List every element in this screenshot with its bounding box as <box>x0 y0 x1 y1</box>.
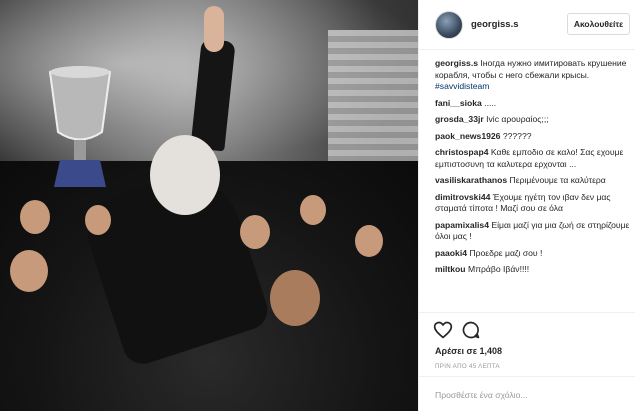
post-timestamp: ΠΡΙΝ ΑΠΟ 45 ΛΕΠΤΑ <box>435 363 500 370</box>
raised-hand <box>204 6 224 52</box>
comment-text: Περιμένουμε τα καλύτερα <box>509 175 606 185</box>
caption-hashtag[interactable]: #savvidisteam <box>435 81 489 91</box>
comment-username[interactable]: paaoki4 <box>435 248 467 258</box>
fan-face <box>240 215 270 249</box>
post-header: georgiss.s Ακολουθείτε <box>419 0 635 50</box>
comment-username[interactable]: miltkou <box>435 264 466 274</box>
comment-username[interactable]: christospap4 <box>435 147 489 157</box>
following-button[interactable]: Ακολουθείτε <box>567 13 630 35</box>
list-item: papamixalis4 Είμαι μαζί για μια ζωή σε σ… <box>435 220 632 243</box>
list-item: paok_news1926 ?????? <box>435 131 632 143</box>
list-item: fani__sioka ..... <box>435 98 632 110</box>
fan-face <box>10 250 48 292</box>
comment-input[interactable] <box>435 386 625 404</box>
list-item: paaoki4 Προεδρε μαζι σου ! <box>435 248 632 260</box>
comment-username[interactable]: papamixalis4 <box>435 220 489 230</box>
fan-face <box>300 195 326 225</box>
list-item: vasiliskarathanos Περιμένουμε τα καλύτερ… <box>435 175 632 187</box>
list-item: miltkou Μπράβο Ιβάν!!!! <box>435 264 632 276</box>
comments-list: georgiss.s Ιногда нужно имитировать круш… <box>435 58 632 281</box>
avatar[interactable] <box>435 11 463 39</box>
fan-face <box>20 200 50 234</box>
post-photo[interactable] <box>0 0 418 411</box>
comment-username[interactable]: paok_news1926 <box>435 131 500 141</box>
comment-username[interactable]: grosda_33jr <box>435 114 484 124</box>
comment-icon[interactable] <box>461 320 481 340</box>
comment-username[interactable]: fani__sioka <box>435 98 482 108</box>
caption: georgiss.s Ιногда нужно имитировать круш… <box>435 58 632 93</box>
comment-text: ..... <box>484 97 497 108</box>
lifted-person-head <box>150 135 220 215</box>
username-link[interactable]: georgiss.s <box>471 19 519 30</box>
trophy-icon <box>48 66 112 187</box>
fan-face <box>270 270 320 326</box>
list-item: dimitrovski44 Έχουμε ηγέτη τον ιβαν δεν … <box>435 192 632 215</box>
fan-face <box>85 205 111 235</box>
comment-text: Προεδρε μαζι σου ! <box>469 247 543 258</box>
add-comment-bar <box>419 376 635 411</box>
list-item: grosda_33jr Ivic αρουραίος;;; <box>435 114 632 126</box>
heart-icon[interactable] <box>433 320 453 340</box>
comment-text: Μπράβο Ιβάν!!!! <box>467 264 530 274</box>
list-item: christospap4 Καθε εμποδιο σε καλο! Σας ε… <box>435 147 632 170</box>
like-count[interactable]: Αρέσει σε 1,408 <box>435 346 502 356</box>
comment-text: Ivic αρουραίος;;; <box>486 114 549 124</box>
fan-face <box>355 225 383 257</box>
post-actions: Αρέσει σε 1,408 ΠΡΙΝ ΑΠΟ 45 ΛΕΠΤΑ <box>419 312 635 372</box>
comment-username[interactable]: dimitrovski44 <box>435 192 490 202</box>
post-sidebar: georgiss.s Ακολουθείτε georgiss.s Ιногда… <box>418 0 635 411</box>
comment-text: ?????? <box>502 130 532 141</box>
caption-username[interactable]: georgiss.s <box>435 58 478 68</box>
comment-username[interactable]: vasiliskarathanos <box>435 175 507 185</box>
